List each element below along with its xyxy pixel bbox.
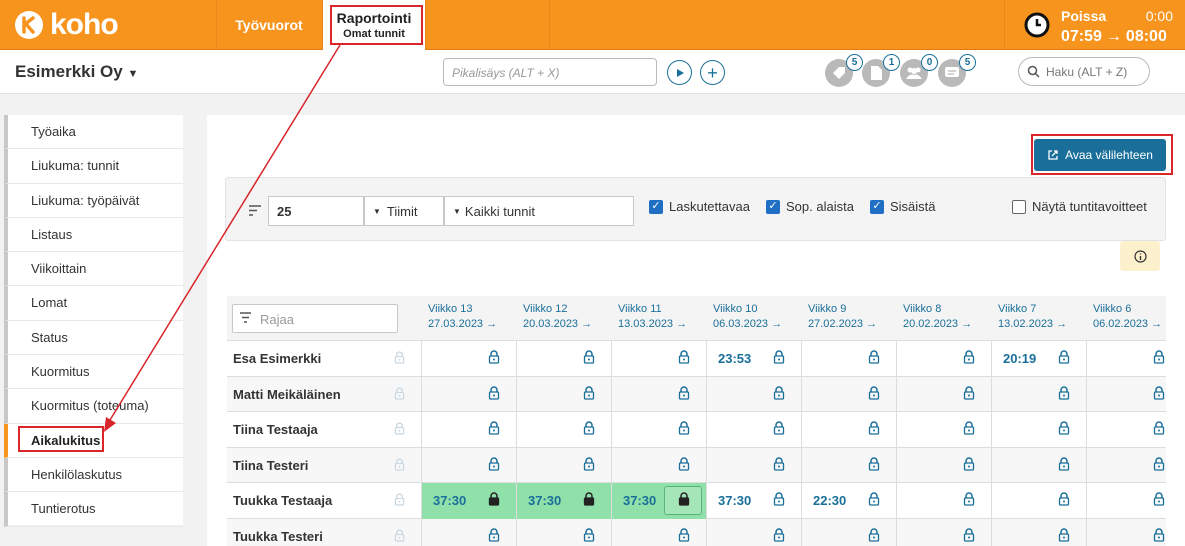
annotation-arrow [104,44,341,432]
annotation-box-button [1031,134,1173,175]
